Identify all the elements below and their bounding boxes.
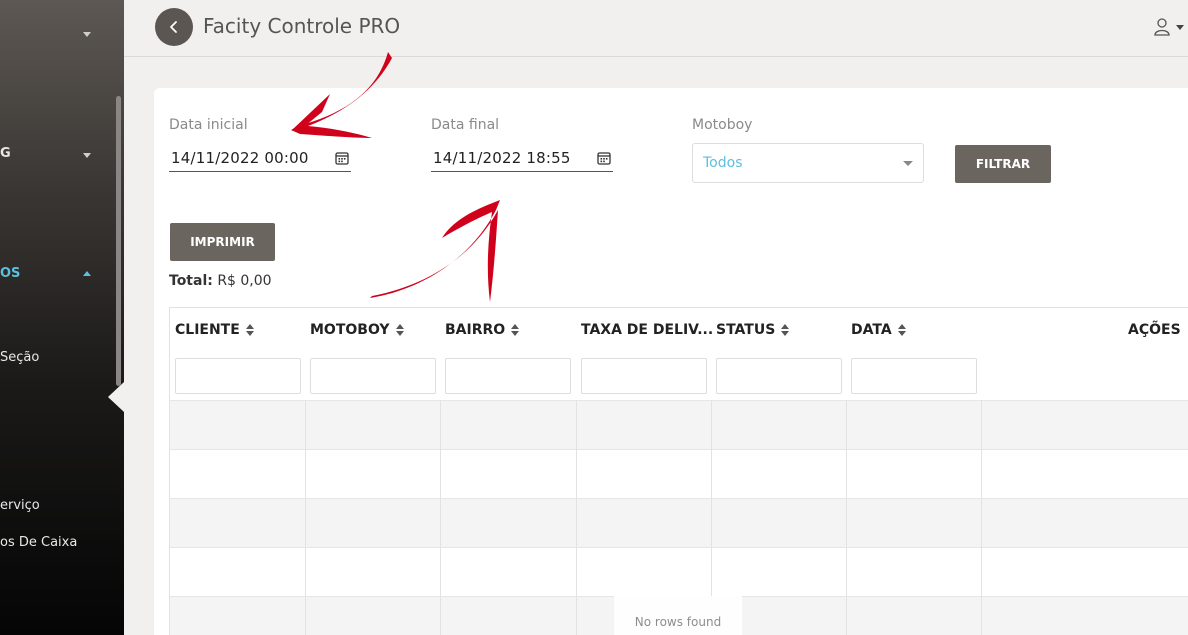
sidebar-active-indicator <box>108 382 124 412</box>
sidebar-item-3-active[interactable]: OS <box>0 266 20 281</box>
end-date-input[interactable]: 14/11/2022 18:55 <box>431 144 613 172</box>
chevron-down-icon <box>1176 24 1184 30</box>
column-header-label: TAXA DE DELIV... <box>581 322 714 338</box>
column-divider <box>440 400 441 635</box>
column-divider <box>981 400 982 635</box>
sidebar-item-label: G <box>0 146 11 161</box>
sidebar-item-label: erviço <box>0 498 40 513</box>
sidebar-subitem-caixa[interactable]: os De Caixa <box>0 535 77 550</box>
total-summary: Total: R$ 0,00 <box>169 273 272 289</box>
page-title: Facity Controle PRO <box>203 14 401 38</box>
sort-icon[interactable] <box>897 324 906 336</box>
start-date-label: Data inicial <box>169 117 248 133</box>
chevron-down-icon <box>903 160 913 166</box>
filter-input-cliente[interactable] <box>175 358 301 394</box>
motoboy-select-value: Todos <box>703 155 743 171</box>
sort-icon[interactable] <box>781 324 790 336</box>
chevron-up-icon <box>83 271 91 276</box>
table-row <box>170 449 1188 498</box>
column-divider <box>305 400 306 635</box>
back-button[interactable] <box>155 8 193 46</box>
user-menu[interactable] <box>1154 18 1184 36</box>
filter-input-taxa[interactable] <box>581 358 707 394</box>
column-divider <box>846 400 847 635</box>
filter-input-status[interactable] <box>716 358 842 394</box>
start-date-input[interactable]: 14/11/2022 00:00 <box>169 144 351 172</box>
calendar-icon[interactable] <box>597 151 611 165</box>
calendar-icon[interactable] <box>335 151 349 165</box>
sort-icon[interactable] <box>245 324 254 336</box>
motoboy-label: Motoboy <box>692 117 753 133</box>
end-date-label: Data final <box>431 117 500 133</box>
user-icon <box>1154 18 1170 36</box>
sidebar-item-2[interactable]: G <box>0 146 11 161</box>
column-header-label: STATUS <box>716 322 776 338</box>
chevron-down-icon <box>83 32 91 37</box>
table-row <box>170 498 1188 547</box>
column-header-label: CLIENTE <box>175 322 240 338</box>
table-row <box>170 547 1188 596</box>
start-date-value: 14/11/2022 00:00 <box>171 148 309 167</box>
column-header-acoes: AÇÕES <box>1128 322 1181 338</box>
filter-input-data[interactable] <box>851 358 977 394</box>
deliveries-table: CLIENTE MOTOBOY BAIRRO TAXA DE DELIV... … <box>169 307 1188 635</box>
column-header-taxa[interactable]: TAXA DE DELIV... <box>581 322 713 338</box>
sidebar-subitem-servico[interactable]: erviço <box>0 498 40 513</box>
table-row <box>170 400 1188 449</box>
top-header: Facity Controle PRO <box>124 0 1188 57</box>
column-header-cliente[interactable]: CLIENTE <box>175 322 254 338</box>
column-header-label: AÇÕES <box>1128 322 1181 338</box>
sidebar-item-label: OS <box>0 266 21 281</box>
column-header-label: BAIRRO <box>445 322 506 338</box>
sidebar: G OS Seção erviço os De Caixa <box>0 0 124 635</box>
sort-icon[interactable] <box>395 324 404 336</box>
filter-button[interactable]: FILTRAR <box>955 145 1051 183</box>
total-value: R$ 0,00 <box>217 273 272 289</box>
column-header-data[interactable]: DATA <box>851 322 906 338</box>
sidebar-item-label: os De Caixa <box>0 535 78 550</box>
sidebar-scrollbar[interactable] <box>116 96 121 386</box>
chevron-left-icon <box>170 21 177 33</box>
column-header-bairro[interactable]: BAIRRO <box>445 322 520 338</box>
sidebar-item-label: Seção <box>0 350 40 365</box>
column-header-label: DATA <box>851 322 892 338</box>
filter-input-bairro[interactable] <box>445 358 571 394</box>
column-header-motoboy[interactable]: MOTOBOY <box>310 322 404 338</box>
column-header-label: MOTOBOY <box>310 322 390 338</box>
end-date-value: 14/11/2022 18:55 <box>433 148 571 167</box>
column-divider <box>576 400 577 635</box>
report-card: Data inicial 14/11/2022 00:00 Data final… <box>154 88 1188 635</box>
filter-input-motoboy[interactable] <box>310 358 436 394</box>
chevron-down-icon <box>83 153 91 158</box>
total-label: Total: <box>169 273 213 289</box>
sort-icon[interactable] <box>511 324 520 336</box>
sidebar-subitem-secao[interactable]: Seção <box>0 350 39 365</box>
print-button[interactable]: IMPRIMIR <box>170 223 275 261</box>
motoboy-select[interactable]: Todos <box>692 143 924 183</box>
column-header-status[interactable]: STATUS <box>716 322 790 338</box>
empty-table-message: No rows found <box>614 596 742 635</box>
